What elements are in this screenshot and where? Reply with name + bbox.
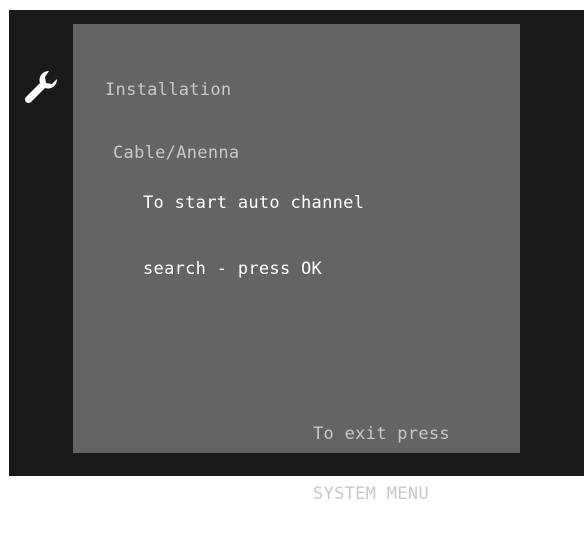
instruction-line2: search - press OK (143, 259, 323, 279)
menu-panel: Installation Cable/Anenna To start auto … (73, 24, 520, 504)
tv-screen: Installation Cable/Anenna To start auto … (9, 10, 584, 504)
exit-hint: To exit press SYSTEM MENU (313, 384, 450, 544)
menu-title-line1: Installation (105, 80, 232, 100)
wrench-icon (24, 70, 58, 104)
exit-hint-line2: SYSTEM MENU (313, 484, 429, 504)
instruction-line1: To start auto channel (143, 193, 365, 213)
instruction-message: To start auto channel search - press OK (143, 148, 364, 324)
exit-hint-line1: To exit press (313, 424, 450, 444)
